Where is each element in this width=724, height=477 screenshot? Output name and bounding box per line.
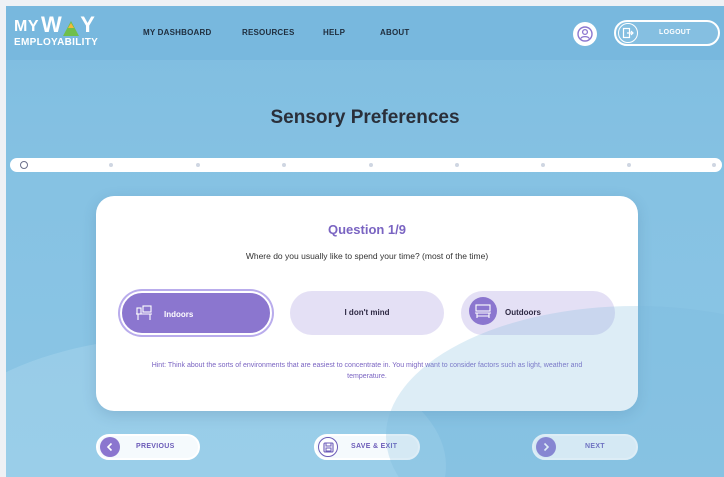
nav-resources[interactable]: RESOURCES	[242, 28, 294, 37]
indoors-desk-icon	[130, 299, 158, 327]
outdoors-bench-icon	[469, 297, 497, 325]
nav-help[interactable]: HELP	[323, 28, 345, 37]
progress-step	[541, 163, 545, 167]
option-outdoors[interactable]: Outdoors	[461, 291, 615, 335]
logout-icon	[618, 23, 638, 43]
chevron-left-icon	[100, 437, 120, 457]
progress-step	[455, 163, 459, 167]
progress-step	[109, 163, 113, 167]
option-indoors[interactable]: Indoors	[120, 291, 272, 335]
logo-mountain-icon	[63, 21, 80, 36]
logo-w: W	[41, 12, 63, 37]
progress-step	[712, 163, 716, 167]
logout-label: LOGOUT	[659, 29, 691, 36]
option-outdoors-label: Outdoors	[505, 308, 541, 317]
progress-step	[627, 163, 631, 167]
question-number: Question 1/9	[327, 222, 407, 237]
question-card: Question 1/9 Where do you usually like t…	[96, 196, 638, 411]
option-dont-mind[interactable]: I don't mind	[290, 291, 444, 335]
page-title: Sensory Preferences	[270, 107, 460, 128]
nav-my-dashboard[interactable]: MY DASHBOARD	[143, 28, 211, 37]
next-button[interactable]: NEXT	[532, 434, 638, 460]
progress-step-current	[20, 161, 28, 169]
previous-label: PREVIOUS	[136, 443, 175, 450]
option-dont-mind-label: I don't mind	[344, 308, 390, 317]
chevron-right-icon	[536, 437, 556, 457]
app-window: MY WY EMPLOYABILITY MY DASHBOARD RESOURC…	[6, 6, 724, 477]
top-navigation-bar: MY WY EMPLOYABILITY MY DASHBOARD RESOURC…	[6, 6, 724, 60]
save-exit-button[interactable]: SAVE & EXIT	[314, 434, 420, 460]
logo-employability: EMPLOYABILITY	[14, 37, 99, 48]
previous-button[interactable]: PREVIOUS	[96, 434, 200, 460]
progress-step	[369, 163, 373, 167]
user-icon	[577, 26, 593, 42]
option-indoors-label: Indoors	[164, 310, 194, 319]
myway-logo[interactable]: MY WY EMPLOYABILITY	[14, 12, 99, 49]
question-hint: Hint: Think about the sorts of environme…	[151, 362, 583, 380]
logo-my: MY	[14, 18, 39, 35]
question-progress-bar	[10, 158, 722, 172]
save-exit-label: SAVE & EXIT	[351, 443, 398, 450]
question-text: Where do you usually like to spend your …	[245, 251, 489, 261]
logo-y: Y	[80, 12, 96, 37]
save-icon	[318, 437, 338, 457]
profile-button[interactable]	[573, 22, 597, 46]
nav-about[interactable]: ABOUT	[380, 28, 409, 37]
next-label: NEXT	[585, 443, 605, 450]
logout-button[interactable]: LOGOUT	[614, 20, 720, 46]
progress-step	[282, 163, 286, 167]
progress-step	[196, 163, 200, 167]
